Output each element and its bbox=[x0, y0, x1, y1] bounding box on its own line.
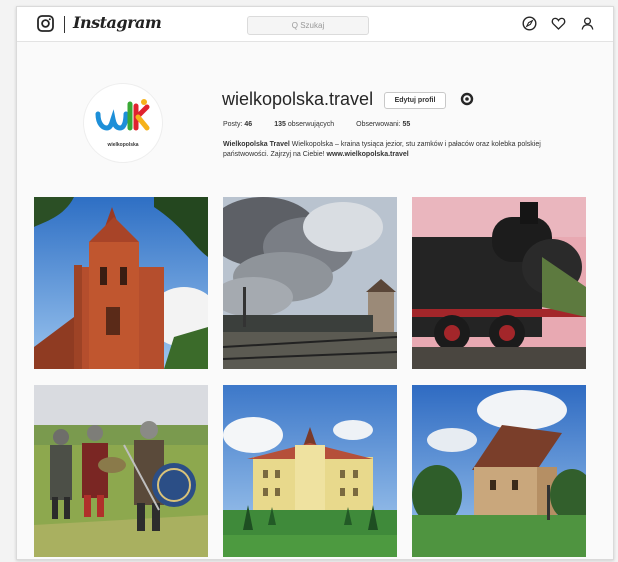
posts-count: Posty: 46 bbox=[223, 121, 253, 128]
avatar-caption: wielkopolska bbox=[107, 142, 139, 148]
instagram-glyph-icon[interactable] bbox=[37, 15, 54, 37]
heart-icon[interactable] bbox=[551, 16, 566, 31]
explore-compass-icon[interactable] bbox=[522, 16, 537, 31]
followers-count[interactable]: 135 obserwujących bbox=[274, 121, 334, 128]
following-count[interactable]: Obserwowani: 55 bbox=[356, 121, 410, 128]
app-window: Instagram Q Szukaj wielkopolska wielkopo… bbox=[16, 6, 614, 560]
edit-profile-button[interactable]: Edytuj profil bbox=[384, 92, 446, 109]
locomotive-photo bbox=[412, 197, 586, 369]
settings-gear-icon[interactable] bbox=[460, 92, 474, 111]
nav-divider bbox=[64, 16, 65, 33]
top-navigation-bar: Instagram Q Szukaj bbox=[17, 7, 613, 42]
post-thumbnail[interactable] bbox=[34, 197, 208, 369]
bio-link[interactable]: www.wielkopolska.travel bbox=[327, 151, 409, 158]
post-thumbnail[interactable] bbox=[412, 197, 586, 369]
castle-photo bbox=[412, 385, 586, 557]
post-thumbnail[interactable] bbox=[223, 197, 397, 369]
profile-bio: Wielkopolska Travel Wielkopolska – krain… bbox=[223, 140, 583, 160]
profile-username: wielkopolska.travel bbox=[222, 89, 374, 109]
post-thumbnail[interactable] bbox=[412, 385, 586, 557]
profile-person-icon[interactable] bbox=[580, 16, 595, 31]
palace-photo bbox=[223, 385, 397, 557]
post-thumbnail[interactable] bbox=[223, 385, 397, 557]
bio-name: Wielkopolska Travel bbox=[223, 141, 290, 148]
post-thumbnail[interactable] bbox=[34, 385, 208, 557]
search-input[interactable]: Q Szukaj bbox=[247, 16, 369, 35]
profile-header: wielkopolska wielkopolska.travel Edytuj … bbox=[17, 41, 613, 191]
profile-avatar[interactable]: wielkopolska bbox=[83, 83, 163, 163]
church-tower-photo bbox=[34, 197, 208, 369]
instagram-wordmark[interactable]: Instagram bbox=[73, 13, 162, 32]
wlkp-logo bbox=[95, 99, 150, 131]
knights-reenactment-photo bbox=[34, 385, 208, 557]
posts-grid bbox=[34, 197, 586, 557]
steam-smoke-photo bbox=[223, 197, 397, 369]
profile-stats: Posty: 46 135 obserwujących Obserwowani:… bbox=[223, 121, 432, 128]
